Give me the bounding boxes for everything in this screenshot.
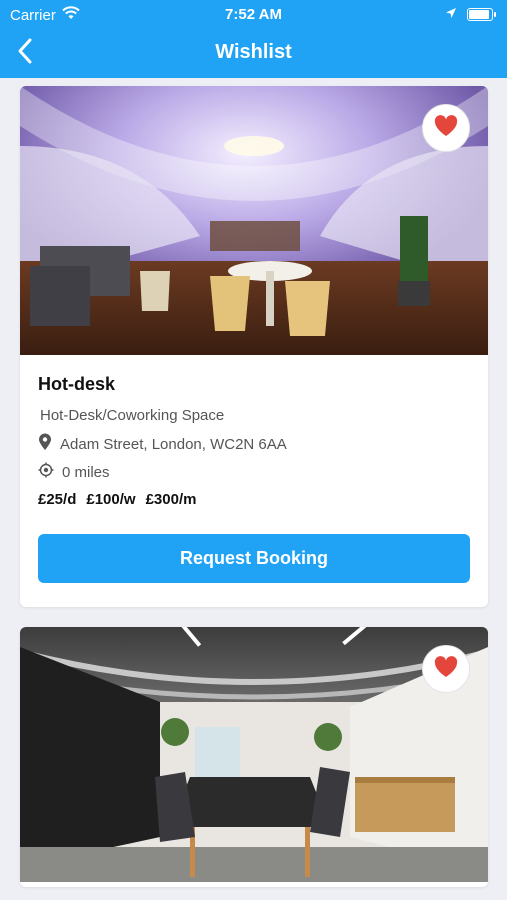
listing-card[interactable]: Hot-desk Hot-Desk/Coworking Space Adam S… <box>20 86 488 607</box>
location-arrow-icon <box>445 6 457 23</box>
listing-address: Adam Street, London, WC2N 6AA <box>60 435 287 453</box>
listing-photo[interactable] <box>20 86 488 355</box>
listing-address-row: Adam Street, London, WC2N 6AA <box>38 433 287 455</box>
favorite-button[interactable] <box>422 645 470 693</box>
price-monthly: £300/m <box>145 491 197 508</box>
listing-distance: 0 miles <box>62 463 110 481</box>
status-right-group <box>445 6 496 23</box>
clock: 7:52 AM <box>225 6 282 23</box>
request-booking-button[interactable]: Request Booking <box>38 534 470 583</box>
map-pin-icon <box>38 433 52 455</box>
navigation-bar: Wishlist <box>0 36 507 70</box>
listing-type: Hot-Desk/Coworking Space <box>40 407 225 424</box>
location-target-icon <box>38 462 54 482</box>
battery-level <box>469 10 489 19</box>
status-bar: Carrier 7:52 AM <box>0 6 507 24</box>
listing-prices: £25/d £100/w £300/m <box>38 491 196 508</box>
page-title: Wishlist <box>215 41 292 63</box>
price-daily: £25/d <box>38 491 77 508</box>
heart-icon <box>433 655 459 684</box>
listing-card[interactable] <box>20 627 488 887</box>
listing-distance-row: 0 miles <box>38 462 110 482</box>
top-bar: Carrier 7:52 AM Wishlist <box>0 0 507 78</box>
battery-icon <box>467 8 496 21</box>
favorite-button[interactable] <box>422 104 470 152</box>
price-weekly: £100/w <box>86 491 136 508</box>
listing-photo[interactable] <box>20 627 488 882</box>
listing-name: Hot-desk <box>38 374 116 394</box>
heart-icon <box>433 114 459 143</box>
